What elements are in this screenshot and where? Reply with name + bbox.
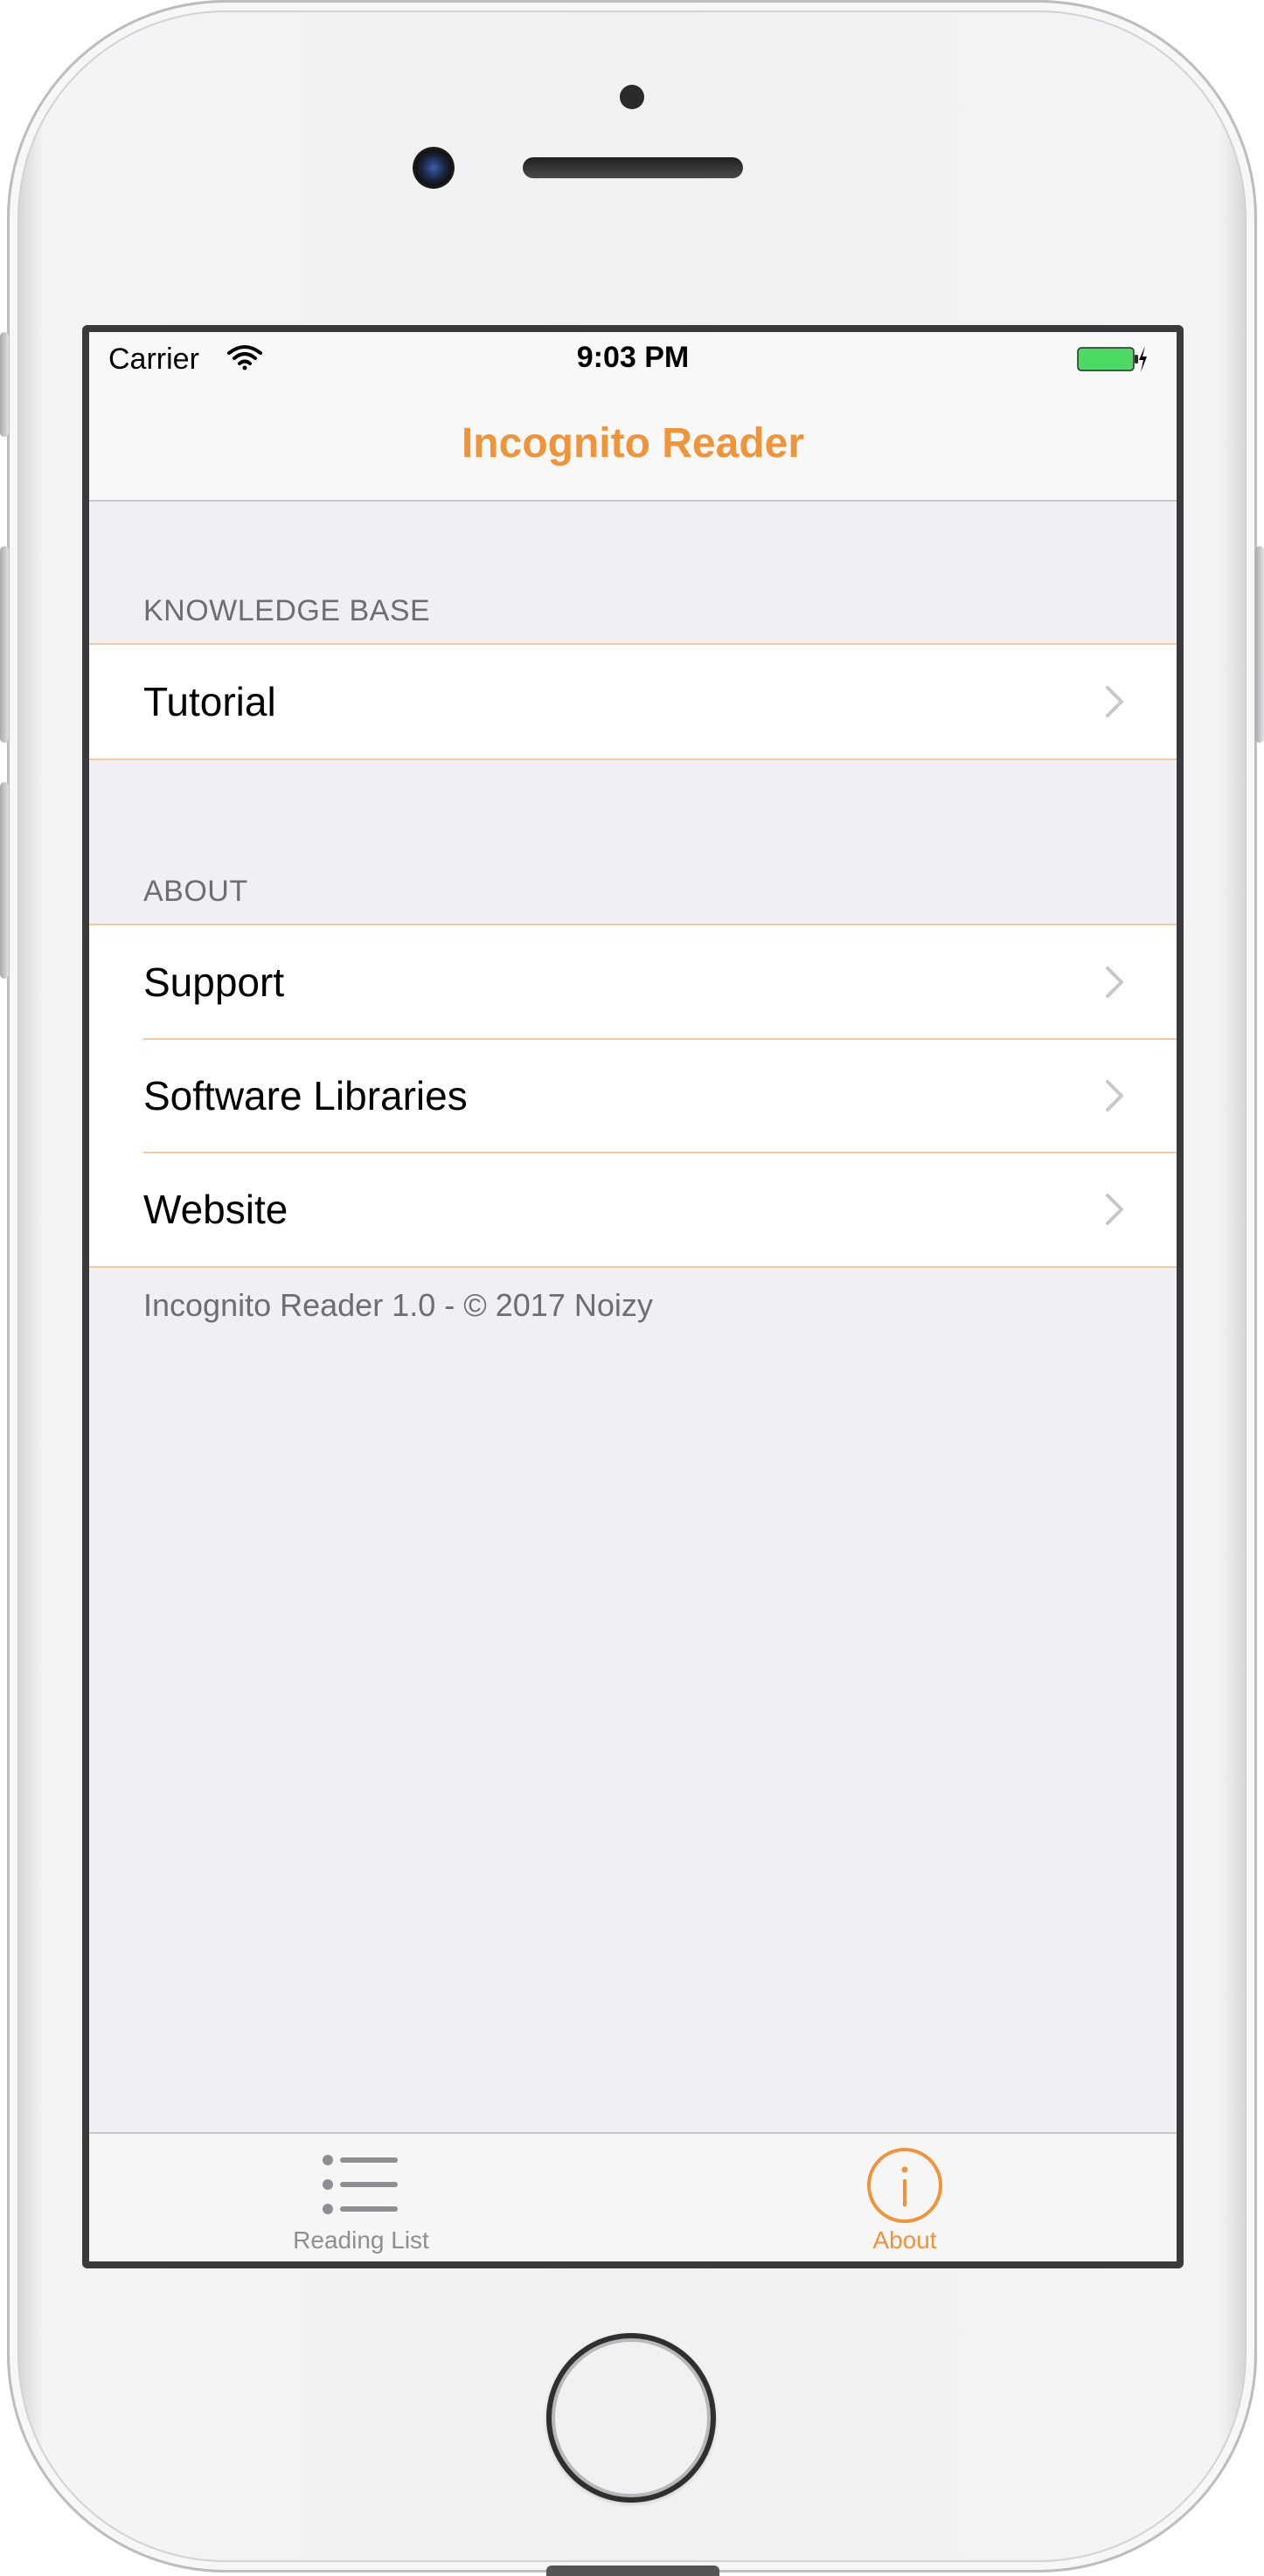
row-label: Website (143, 1187, 288, 1232)
chevron-right-icon (1106, 1080, 1123, 1111)
row-website[interactable]: Website (89, 1152, 1177, 1266)
volume-down-button (0, 782, 9, 979)
page-title: Incognito Reader (461, 420, 805, 467)
chevron-right-icon (1106, 966, 1123, 998)
home-button[interactable] (546, 2333, 716, 2503)
volume-up-button (0, 546, 9, 743)
row-tutorial[interactable]: Tutorial (89, 645, 1177, 758)
row-software-libraries[interactable]: Software Libraries (89, 1038, 1177, 1153)
list-icon (323, 2155, 398, 2214)
status-bar: Carrier 9:03 PM (89, 332, 1177, 376)
chevron-right-icon (1106, 686, 1123, 717)
front-camera (413, 147, 455, 189)
row-label: Software Libraries (143, 1073, 468, 1118)
screen-bezel: Carrier 9:03 PM Incognito Reader KNOWLED… (82, 325, 1184, 2268)
tab-reading-list[interactable]: Reading List (89, 2134, 633, 2261)
info-icon (867, 2148, 942, 2223)
version-footer: Incognito Reader 1.0 - © 2017 Noizy (143, 1287, 653, 1323)
earpiece-speaker (523, 157, 743, 178)
battery-icon (1077, 346, 1147, 372)
screen: Carrier 9:03 PM Incognito Reader KNOWLED… (89, 332, 1177, 2261)
row-support[interactable]: Support (89, 925, 1177, 1039)
tab-about[interactable]: About (633, 2134, 1177, 2261)
tab-label: About (872, 2226, 937, 2254)
chevron-right-icon (1106, 1194, 1123, 1225)
tab-label: Reading List (293, 2226, 429, 2254)
row-label: Support (143, 959, 285, 1005)
power-button (1255, 546, 1264, 743)
proximity-sensor (620, 85, 644, 109)
lightning-connector (546, 2566, 719, 2576)
section-header-knowledge-base: KNOWLEDGE BASE (143, 594, 431, 627)
group-about: Support Software Libraries Website (89, 924, 1177, 1268)
tab-bar: Reading List About (89, 2132, 1177, 2261)
group-knowledge-base: Tutorial (89, 643, 1177, 760)
mute-switch (0, 332, 9, 437)
navigation-bar: Carrier 9:03 PM Incognito Reader (89, 332, 1177, 502)
row-label: Tutorial (143, 679, 276, 724)
section-header-about: ABOUT (143, 875, 248, 908)
status-time: 9:03 PM (576, 341, 690, 374)
